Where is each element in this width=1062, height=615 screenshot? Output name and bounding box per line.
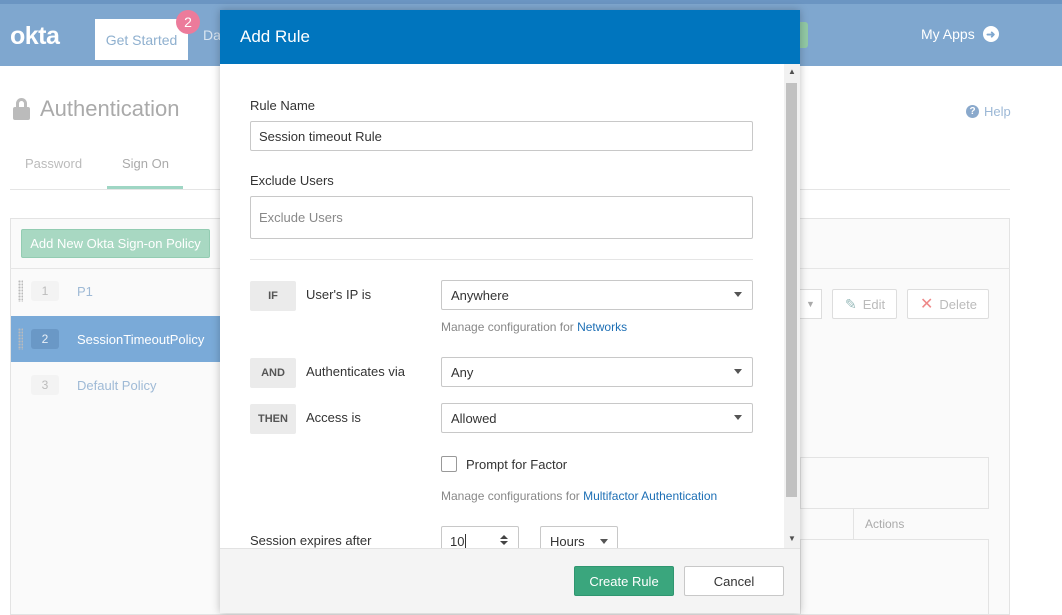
prompt-factor-row: Prompt for Factor [441, 456, 567, 472]
session-unit-select[interactable]: Hours [540, 526, 618, 548]
policy-priority: 1 [31, 281, 59, 301]
close-icon: ✕ [920, 296, 934, 313]
scrollbar-thumb[interactable] [786, 83, 797, 497]
help-icon: ? [966, 105, 979, 118]
session-unit-value: Hours [550, 533, 585, 549]
stepper-arrows-icon[interactable] [500, 535, 508, 545]
rule-name-input[interactable]: Session timeout Rule [250, 121, 753, 151]
policy-item[interactable]: 3 Default Policy [11, 362, 221, 408]
create-rule-button[interactable]: Create Rule [574, 566, 674, 596]
networks-link[interactable]: Networks [577, 320, 627, 334]
policy-name: Default Policy [77, 377, 157, 393]
dialog-title: Add Rule [220, 10, 800, 64]
cancel-button[interactable]: Cancel [684, 566, 784, 596]
divider [250, 259, 753, 260]
dialog-scrollbar[interactable]: ▲ ▼ [784, 64, 800, 548]
chevron-down-icon [734, 415, 742, 420]
policy-item-selected[interactable]: 2 SessionTimeoutPolicy [11, 316, 221, 362]
policy-item[interactable]: 1 P1 [11, 268, 221, 314]
networks-hint-text: Manage configuration for [441, 320, 578, 334]
if-tag: IF [250, 281, 296, 311]
and-tag: AND [250, 358, 296, 388]
active-tab-indicator [107, 186, 183, 189]
session-duration-value: 10 [450, 533, 465, 549]
dialog-body: Rule Name Session timeout Rule Exclude U… [220, 64, 800, 548]
okta-logo[interactable]: okta [10, 22, 60, 51]
nav-item-dashboard[interactable]: Da [203, 27, 221, 43]
my-apps-link[interactable]: My Apps ➜ [921, 26, 999, 42]
get-started-button[interactable]: Get Started [95, 19, 188, 60]
delete-policy-button[interactable]: ✕ Delete [907, 289, 989, 319]
add-policy-button[interactable]: Add New Okta Sign-on Policy [21, 229, 210, 258]
arrow-right-icon: ➜ [982, 26, 999, 42]
ip-condition-label: User's IP is [306, 287, 372, 302]
ip-select[interactable]: Anywhere [441, 280, 753, 310]
status-dropdown-caret[interactable]: ▼ [800, 289, 822, 319]
chevron-down-icon [734, 292, 742, 297]
my-apps-label: My Apps [921, 26, 975, 42]
scroll-up-arrow-icon[interactable]: ▲ [784, 67, 800, 76]
auth-select[interactable]: Any [441, 357, 753, 387]
edit-policy-button[interactable]: ✎ Edit [832, 289, 897, 319]
access-label: Access is [306, 410, 361, 425]
actions-column-header: Actions [865, 517, 905, 531]
lock-icon [13, 98, 30, 120]
add-rule-dialog: Add Rule Rule Name Session timeout Rule … [220, 10, 800, 613]
delete-label: Delete [939, 296, 977, 312]
drag-handle-icon[interactable] [18, 328, 23, 350]
policy-name: P1 [77, 283, 93, 299]
access-select[interactable]: Allowed [441, 403, 753, 433]
get-started-badge: 2 [176, 10, 200, 34]
pencil-icon: ✎ [845, 295, 857, 312]
ip-select-value: Anywhere [451, 287, 509, 303]
mfa-hint: Manage configurations for Multifactor Au… [441, 489, 717, 503]
policy-name: SessionTimeoutPolicy [77, 331, 205, 347]
policy-priority: 2 [31, 329, 59, 349]
policy-priority: 3 [31, 375, 59, 395]
exclude-users-label: Exclude Users [250, 173, 334, 188]
dialog-footer: Create Rule Cancel [220, 548, 800, 613]
chevron-down-icon [600, 539, 608, 544]
tab-sign-on[interactable]: Sign On [122, 156, 169, 171]
then-tag: THEN [250, 404, 296, 434]
auth-condition-label: Authenticates via [306, 364, 406, 379]
page-title-text: Authentication [40, 96, 180, 121]
page-title: Authentication [13, 96, 179, 122]
chevron-down-icon [734, 369, 742, 374]
access-select-value: Allowed [451, 410, 497, 426]
scroll-down-arrow-icon[interactable]: ▼ [784, 534, 800, 543]
session-expires-label: Session expires after [250, 533, 372, 548]
networks-hint: Manage configuration for Networks [441, 320, 627, 334]
drag-handle-icon[interactable] [18, 280, 23, 302]
top-strip [0, 0, 1062, 4]
help-label: Help [984, 104, 1011, 119]
auth-select-value: Any [451, 364, 474, 380]
text-cursor [465, 534, 467, 548]
exclude-users-input[interactable]: Exclude Users [250, 196, 753, 239]
session-duration-input[interactable]: 10 [441, 526, 519, 548]
tab-password[interactable]: Password [25, 156, 82, 171]
column-separator [853, 509, 854, 540]
rules-table-header: Actions [800, 508, 989, 540]
rule-name-label: Rule Name [250, 98, 316, 113]
prompt-factor-checkbox[interactable] [441, 456, 457, 472]
prompt-factor-label[interactable]: Prompt for Factor [466, 457, 567, 472]
edit-label: Edit [862, 296, 886, 312]
mfa-link[interactable]: Multifactor Authentication [583, 489, 717, 503]
help-link[interactable]: ? Help [966, 104, 1011, 119]
mfa-hint-text: Manage configurations for [441, 489, 584, 503]
